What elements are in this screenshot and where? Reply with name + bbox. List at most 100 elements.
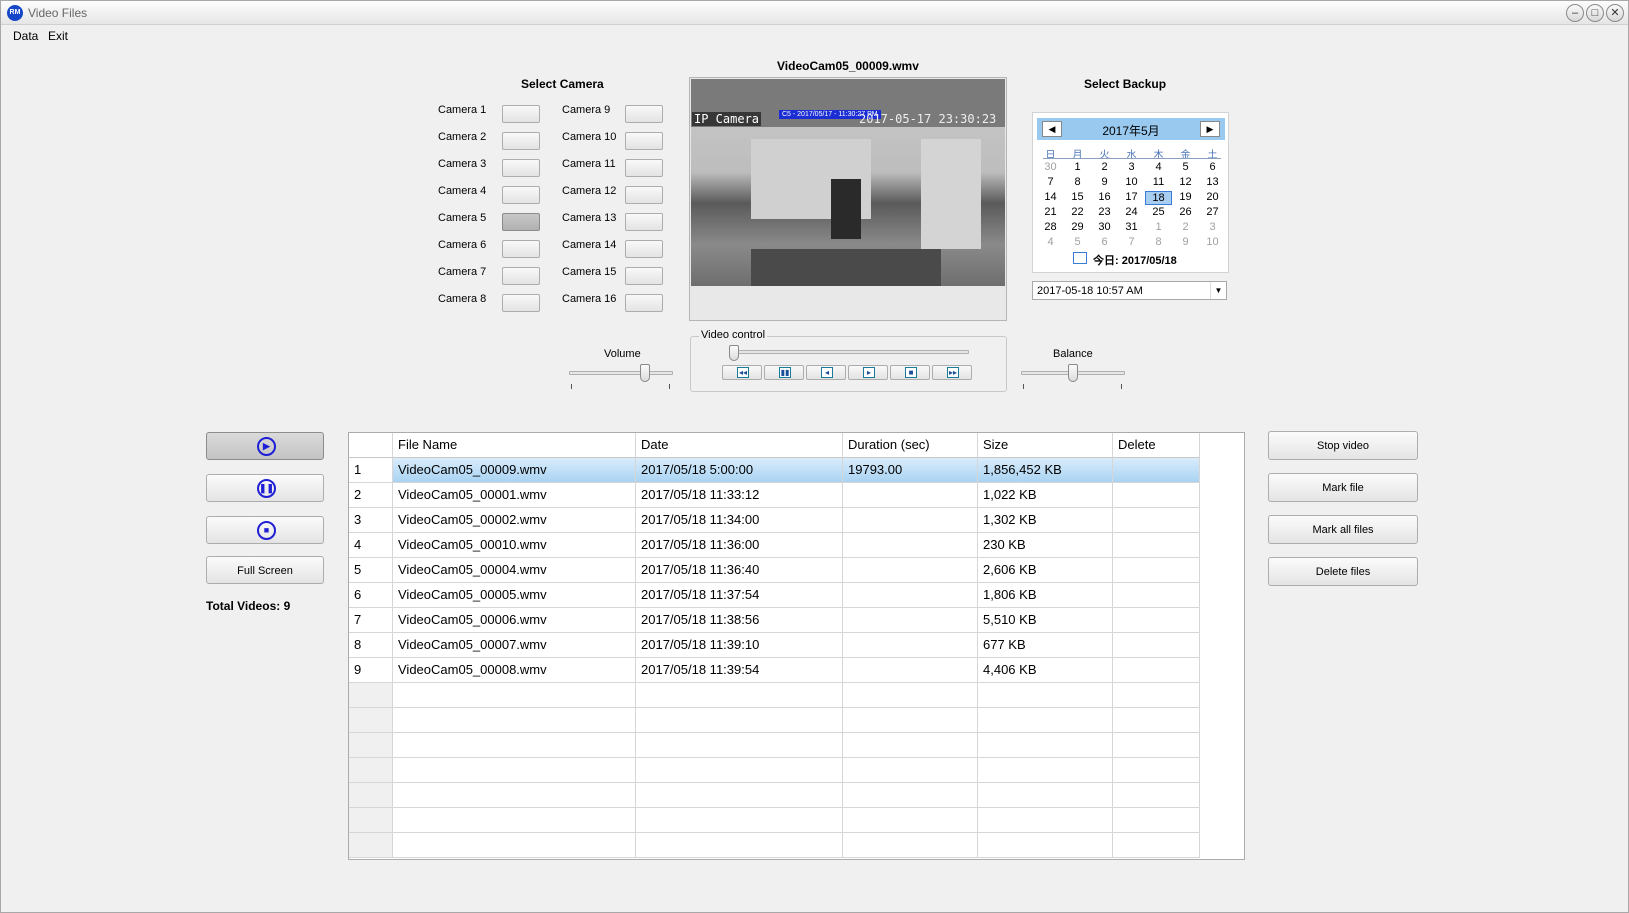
calendar-day[interactable]: 23 [1091,206,1118,218]
calendar-day[interactable]: 11 [1145,176,1172,188]
calendar-day[interactable]: 5 [1172,161,1199,173]
table-cell[interactable]: VideoCam05_00001.wmv [393,483,636,508]
camera-14-button[interactable] [625,240,663,258]
calendar-day[interactable]: 28 [1037,221,1064,233]
calendar-today-label[interactable]: 今日: 2017/05/18 [1093,252,1177,268]
row-number[interactable]: 2 [349,483,393,508]
table-cell[interactable] [843,533,978,558]
table-cell[interactable]: 2017/05/18 11:36:00 [636,533,843,558]
table-cell[interactable]: 2,606 KB [978,558,1113,583]
calendar-day[interactable]: 25 [1145,206,1172,218]
table-cell[interactable] [843,633,978,658]
table-cell[interactable]: VideoCam05_00004.wmv [393,558,636,583]
calendar-day[interactable]: 4 [1037,236,1064,248]
table-cell[interactable] [1113,633,1200,658]
maximize-icon[interactable]: □ [1586,4,1604,22]
close-icon[interactable]: ✕ [1606,4,1624,22]
row-number[interactable]: 1 [349,458,393,483]
calendar-day[interactable]: 6 [1091,236,1118,248]
table-cell[interactable]: 2017/05/18 11:39:10 [636,633,843,658]
volume-slider[interactable] [569,361,673,391]
table-cell[interactable]: VideoCam05_00007.wmv [393,633,636,658]
calendar-today-icon[interactable] [1073,252,1087,264]
video-seek-slider[interactable] [729,345,969,363]
row-number[interactable]: 5 [349,558,393,583]
calendar-day[interactable]: 9 [1091,176,1118,188]
balance-slider[interactable] [1021,361,1125,391]
table-cell[interactable]: 1,856,452 KB [978,458,1113,483]
table-cell[interactable]: 2017/05/18 11:37:54 [636,583,843,608]
table-cell[interactable]: VideoCam05_00009.wmv [393,458,636,483]
calendar-day[interactable]: 13 [1199,176,1226,188]
calendar-day[interactable]: 30 [1037,161,1064,173]
camera-16-button[interactable] [625,294,663,312]
play-button[interactable]: ▸ [848,365,888,380]
table-cell[interactable]: VideoCam05_00008.wmv [393,658,636,683]
calendar-day[interactable]: 10 [1199,236,1226,248]
calendar-day[interactable]: 19 [1172,191,1199,203]
calendar-day[interactable]: 29 [1064,221,1091,233]
title-bar[interactable]: RM Video Files – □ ✕ [1,1,1628,25]
play-button[interactable]: ▶ [206,432,324,460]
table-cell[interactable] [843,608,978,633]
calendar-day[interactable]: 20 [1199,191,1226,203]
table-cell[interactable] [1113,583,1200,608]
pause-button[interactable]: ▮▮ [764,365,804,380]
camera-15-button[interactable] [625,267,663,285]
table-cell[interactable]: VideoCam05_00010.wmv [393,533,636,558]
row-number[interactable]: 8 [349,633,393,658]
table-cell[interactable] [1113,558,1200,583]
chevron-down-icon[interactable]: ▼ [1210,282,1226,299]
table-cell[interactable]: VideoCam05_00002.wmv [393,508,636,533]
forward-button[interactable]: ▸▸ [932,365,972,380]
camera-6-button[interactable] [502,240,540,258]
table-cell[interactable]: 5,510 KB [978,608,1113,633]
camera-3-button[interactable] [502,159,540,177]
minimize-icon[interactable]: – [1566,4,1584,22]
table-cell[interactable]: 230 KB [978,533,1113,558]
table-cell[interactable] [1113,608,1200,633]
table-cell[interactable] [1113,508,1200,533]
calendar-day[interactable]: 22 [1064,206,1091,218]
calendar-day[interactable]: 8 [1145,236,1172,248]
calendar-day[interactable]: 4 [1145,161,1172,173]
calendar-day[interactable]: 3 [1199,221,1226,233]
calendar-day[interactable]: 1 [1064,161,1091,173]
calendar-day[interactable]: 3 [1118,161,1145,173]
mark-all-files-button[interactable]: Mark all files [1268,515,1418,544]
table-cell[interactable]: 2017/05/18 11:34:00 [636,508,843,533]
row-number[interactable]: 3 [349,508,393,533]
rewind-button[interactable]: ◂◂ [722,365,762,380]
camera-2-button[interactable] [502,132,540,150]
calendar-day[interactable]: 7 [1118,236,1145,248]
calendar-next-icon[interactable]: ▶ [1200,121,1220,137]
table-cell[interactable]: VideoCam05_00006.wmv [393,608,636,633]
camera-11-button[interactable] [625,159,663,177]
row-number[interactable]: 4 [349,533,393,558]
calendar-day[interactable]: 26 [1172,206,1199,218]
calendar-day[interactable]: 2 [1172,221,1199,233]
table-cell[interactable]: 1,022 KB [978,483,1113,508]
calendar-day[interactable]: 5 [1064,236,1091,248]
table-cell[interactable] [1113,658,1200,683]
calendar-day[interactable]: 6 [1199,161,1226,173]
calendar-day[interactable]: 24 [1118,206,1145,218]
camera-13-button[interactable] [625,213,663,231]
camera-10-button[interactable] [625,132,663,150]
table-cell[interactable] [1113,483,1200,508]
calendar-day[interactable]: 8 [1064,176,1091,188]
table-cell[interactable]: 2017/05/18 5:00:00 [636,458,843,483]
table-cell[interactable]: 677 KB [978,633,1113,658]
camera-5-button[interactable] [502,213,540,231]
row-number[interactable]: 6 [349,583,393,608]
calendar-day[interactable]: 17 [1118,191,1145,203]
calendar-day[interactable]: 7 [1037,176,1064,188]
column-header[interactable]: File Name [393,433,636,458]
calendar-day[interactable]: 18 [1145,191,1172,205]
camera-7-button[interactable] [502,267,540,285]
calendar-day[interactable]: 9 [1172,236,1199,248]
camera-12-button[interactable] [625,186,663,204]
table-cell[interactable] [843,508,978,533]
column-header[interactable]: Date [636,433,843,458]
table-cell[interactable]: VideoCam05_00005.wmv [393,583,636,608]
